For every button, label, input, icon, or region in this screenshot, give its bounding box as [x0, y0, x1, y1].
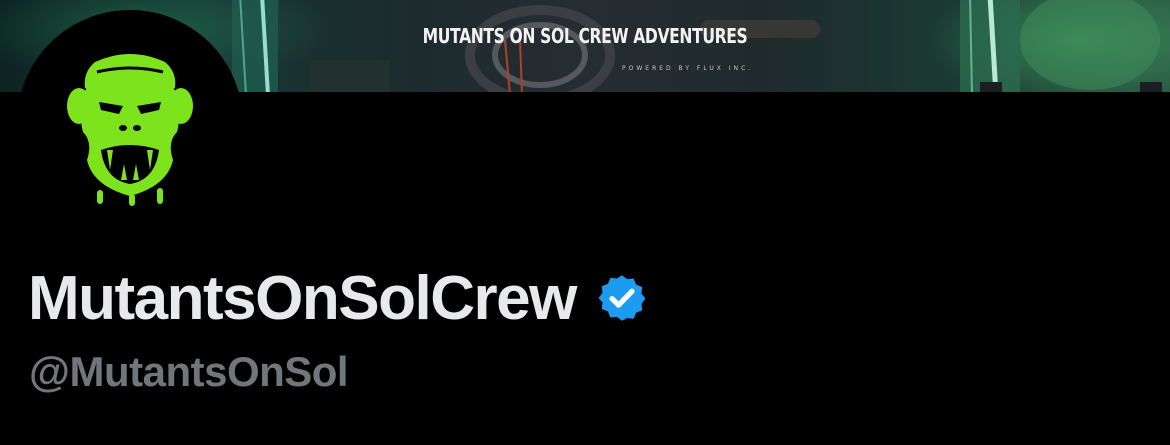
display-name-row: MutantsOnSolCrew [28, 258, 648, 338]
display-name: MutantsOnSolCrew [28, 263, 577, 333]
profile-avatar[interactable] [17, 10, 243, 236]
profile-handle: @MutantsOnSol [29, 348, 349, 395]
banner-subtitle: POWERED BY FLUX INC. [622, 65, 754, 72]
verified-badge-icon[interactable] [596, 272, 648, 324]
mutant-ape-logo-icon [67, 54, 193, 206]
banner-title: MUTANTS ON SOL CREW ADVENTURES [422, 24, 748, 48]
